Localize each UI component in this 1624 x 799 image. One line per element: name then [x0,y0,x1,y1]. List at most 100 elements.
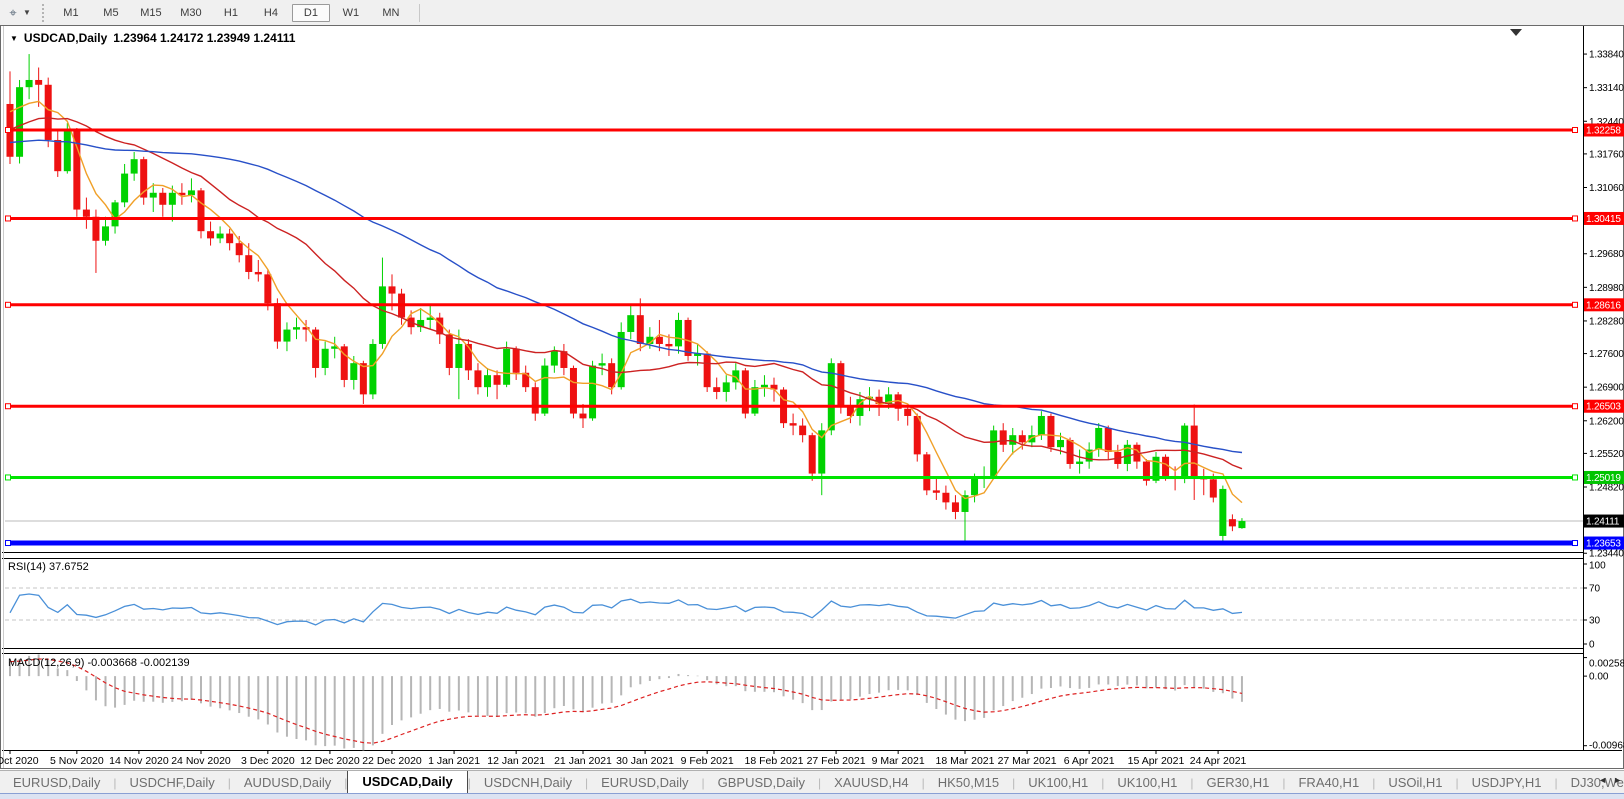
date-label: 1 Jan 2021 [428,755,480,767]
line-handle [1573,541,1578,546]
macd-indicator-label: MACD(12,26,9) -0.003668 -0.002139 [8,657,190,669]
date-label: 27 Oct 2020 [0,755,39,767]
timeframe-button-d1[interactable]: D1 [292,4,330,22]
date-label: 6 Apr 2021 [1064,755,1115,767]
chevron-down-icon[interactable]: ▼ [23,8,31,17]
line-handle [1573,127,1578,132]
svg-text:1.27600: 1.27600 [1589,349,1624,360]
svg-text:1.31060: 1.31060 [1589,183,1624,194]
chart-canvas[interactable]: 1.338401.331401.324401.317601.310601.296… [0,25,1624,770]
svg-text:1.23440: 1.23440 [1589,549,1624,560]
svg-text:0: 0 [1589,640,1595,651]
date-label: 9 Mar 2021 [872,755,925,767]
svg-text:-0.00968: -0.00968 [1589,741,1624,752]
chart-ohlc-values: 1.23964 1.24172 1.23949 1.24111 [113,31,295,45]
line-handle [6,541,11,546]
chart-tab-usoil-h1[interactable]: USOil,H1 [1375,772,1455,794]
date-label: 12 Jan 2021 [487,755,545,767]
tab-scroll-arrows: ◄ ► [1598,775,1622,785]
date-label: 12 Dec 2020 [300,755,360,767]
chart-tab-usdcnh-daily[interactable]: USDCNH,Daily [471,772,585,794]
svg-text:0.00258: 0.00258 [1589,659,1624,670]
svg-text:1.26200: 1.26200 [1589,416,1624,427]
date-label: 9 Feb 2021 [681,755,734,767]
svg-text:1.28616: 1.28616 [1586,300,1621,311]
date-label: 27 Mar 2021 [998,755,1057,767]
date-label: 30 Jan 2021 [616,755,674,767]
date-label: 27 Feb 2021 [807,755,866,767]
svg-text:70: 70 [1589,584,1601,595]
window-bottom-edge [0,793,1624,799]
svg-text:1.26900: 1.26900 [1589,383,1624,394]
timeframe-button-mn[interactable]: MN [372,4,410,22]
svg-text:1.26503: 1.26503 [1586,402,1621,413]
svg-text:1.32258: 1.32258 [1586,125,1621,136]
chart-tab-xauusd-h4[interactable]: XAUUSD,H4 [821,772,921,794]
timeframe-button-h1[interactable]: H1 [212,4,250,22]
chart-tab-ger30-h1[interactable]: GER30,H1 [1193,772,1282,794]
chart-tab-fra40-h1[interactable]: FRA40,H1 [1285,772,1372,794]
rsi-indicator-label: RSI(14) 37.6752 [8,561,89,573]
line-handle [1573,302,1578,307]
date-label: 18 Feb 2021 [745,755,804,767]
chart-background [0,25,1624,769]
date-label: 15 Apr 2021 [1128,755,1185,767]
chart-tab-gbpusd-daily[interactable]: GBPUSD,Daily [705,772,818,794]
timeframe-toolbar: ⌖ ▼ M1M5M15M30H1H4D1W1MN [0,0,1624,26]
timeframe-button-m1[interactable]: M1 [52,4,90,22]
line-handle [6,404,11,409]
chart-tab-usdcad-daily[interactable]: USDCAD,Daily [347,770,467,794]
svg-text:1.31760: 1.31760 [1589,149,1624,160]
chart-tab-usdjpy-h1[interactable]: USDJPY,H1 [1459,772,1555,794]
date-label: 3 Dec 2020 [241,755,295,767]
timeframe-button-m5[interactable]: M5 [92,4,130,22]
svg-text:1.30415: 1.30415 [1586,214,1621,225]
timeframe-button-m30[interactable]: M30 [172,4,210,22]
date-label: 24 Nov 2020 [171,755,231,767]
date-label: 21 Jan 2021 [554,755,612,767]
line-handle [1573,216,1578,221]
line-handle [1573,475,1578,480]
timeframe-button-w1[interactable]: W1 [332,4,370,22]
timeframe-button-m15[interactable]: M15 [132,4,170,22]
svg-text:1.28980: 1.28980 [1589,283,1624,294]
chart-tab-eurusd-daily[interactable]: EURUSD,Daily [0,772,113,794]
svg-text:1.29680: 1.29680 [1589,249,1624,260]
line-handle [6,127,11,132]
toolbar-divider [419,4,420,22]
date-label: 18 Mar 2021 [936,755,995,767]
chart-tab-audusd-daily[interactable]: AUDUSD,Daily [231,772,344,794]
chart-tab-eurusd-daily[interactable]: EURUSD,Daily [588,772,701,794]
chart-tab-uk100-h1[interactable]: UK100,H1 [1015,772,1101,794]
svg-text:1.33140: 1.33140 [1589,83,1624,94]
svg-text:100: 100 [1589,561,1606,572]
chart-tab-uk100-h1[interactable]: UK100,H1 [1104,772,1190,794]
svg-text:1.24820: 1.24820 [1589,483,1624,494]
toolbar-grip[interactable] [42,4,44,22]
svg-text:1.33840: 1.33840 [1589,50,1624,61]
symbol-tab-bar: EURUSD,Daily|USDCHF,Daily|AUDUSD,Daily|U… [0,770,1624,794]
chart-title: ▼ USDCAD,Daily 1.23964 1.24172 1.23949 1… [10,31,295,45]
chart-tab-usdchf-daily[interactable]: USDCHF,Daily [117,772,228,794]
chart-tab-hk50-m15[interactable]: HK50,M15 [925,772,1012,794]
line-handle [6,216,11,221]
tab-scroll-left-icon[interactable]: ◄ [1598,775,1607,785]
svg-text:1.28280: 1.28280 [1589,316,1624,327]
line-handle [6,302,11,307]
date-label: 22 Dec 2020 [362,755,422,767]
svg-text:1.24111: 1.24111 [1586,517,1620,528]
chart-symbol-label: USDCAD,Daily [24,31,107,45]
collapse-chart-icon[interactable]: ▼ [10,34,18,43]
svg-text:1.25520: 1.25520 [1589,449,1624,460]
timeframe-button-h4[interactable]: H4 [252,4,290,22]
chart-window: 1.338401.331401.324401.317601.310601.296… [0,25,1624,770]
svg-text:0.00: 0.00 [1589,672,1609,683]
date-label: 14 Nov 2020 [109,755,169,767]
svg-text:1.23653: 1.23653 [1586,539,1621,550]
crosshair-tool-icon[interactable]: ⌖ [3,4,23,22]
line-handle [1573,404,1578,409]
tab-scroll-right-icon[interactable]: ► [1613,775,1622,785]
svg-text:1.25019: 1.25019 [1586,473,1621,484]
date-label: 24 Apr 2021 [1190,755,1247,767]
trading-terminal: { "toolbar": { "pointer_tool_icon": "⌖",… [0,0,1624,799]
